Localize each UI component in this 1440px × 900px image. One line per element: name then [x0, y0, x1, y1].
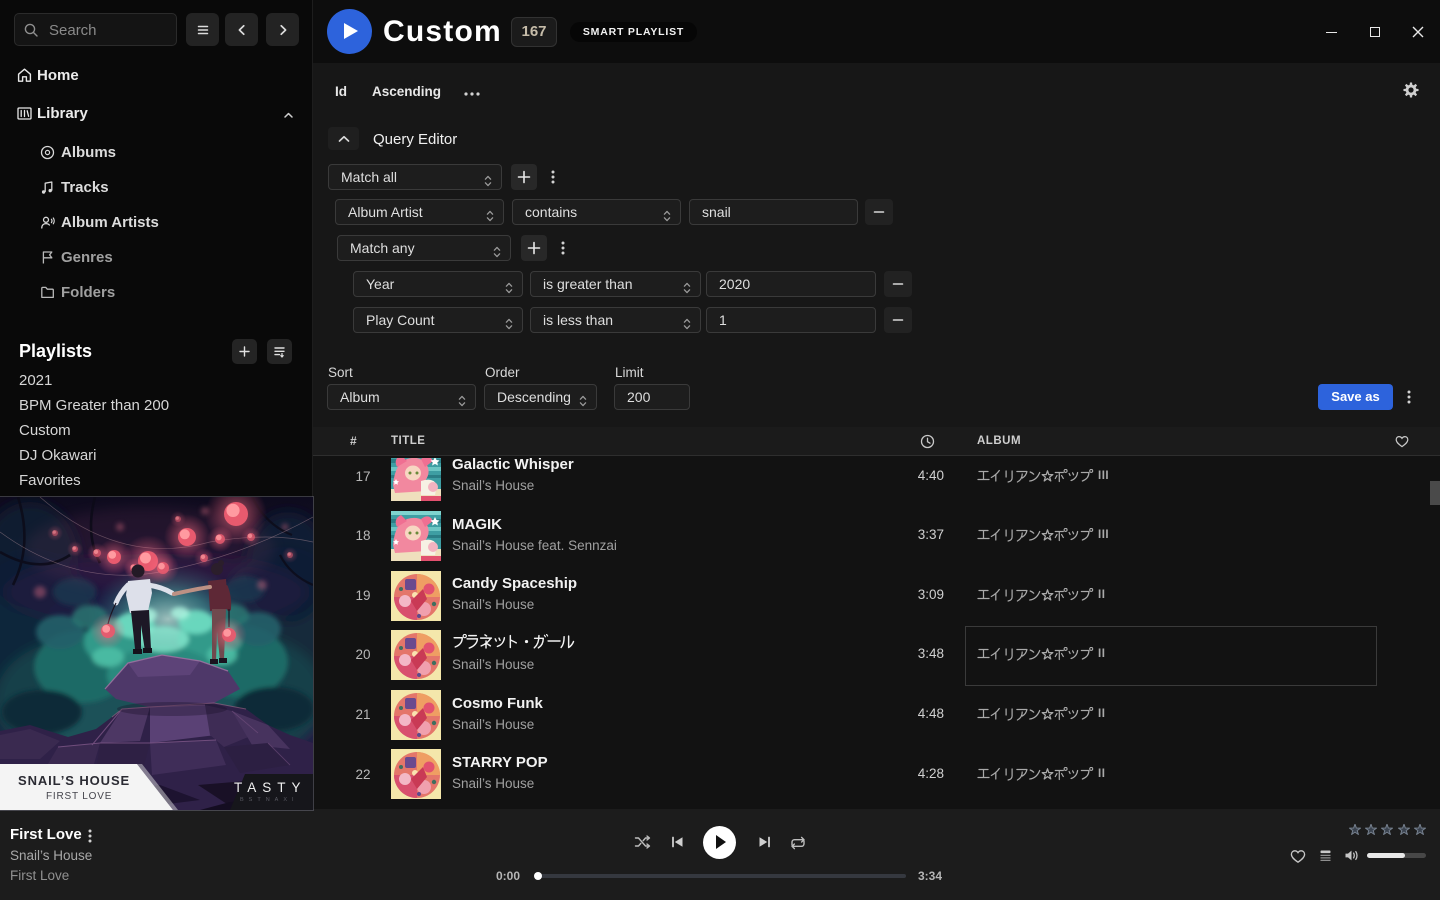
- svg-text:TASTY: TASTY: [234, 780, 307, 795]
- svg-text:BSTNAXI: BSTNAXI: [240, 797, 299, 803]
- svg-text:FIRST LOVE: FIRST LOVE: [46, 791, 112, 802]
- svg-text:SNAIL’S HOUSE: SNAIL’S HOUSE: [18, 773, 130, 788]
